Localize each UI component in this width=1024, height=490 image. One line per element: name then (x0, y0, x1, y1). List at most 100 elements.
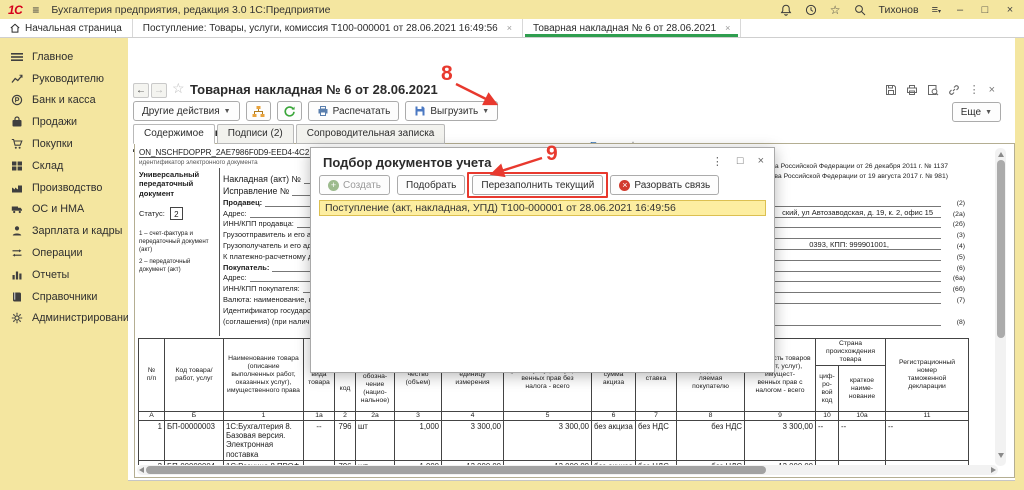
plus-icon: + (328, 179, 339, 191)
dialog-close-icon[interactable]: × (758, 155, 764, 168)
coin-icon (11, 95, 23, 106)
tab-signatures[interactable]: Подписи (2) (216, 124, 294, 144)
scroll-right-icon[interactable] (991, 467, 996, 473)
sidebar-item-directories[interactable]: Справочники (0, 286, 128, 308)
window-close-icon[interactable]: × (1004, 4, 1016, 16)
structure-button[interactable] (245, 101, 271, 121)
vertical-scroll-thumb[interactable] (996, 160, 1005, 338)
sidebar-item-warehouse[interactable]: Склад (0, 155, 128, 177)
field-num: (2а) (952, 210, 965, 218)
tab-close-icon[interactable]: × (725, 23, 730, 33)
sidebar-item-purchases[interactable]: Покупки (0, 133, 128, 155)
tab-label: Товарная накладная № 6 от 28.06.2021 (533, 22, 717, 34)
notifications-bell-icon[interactable] (780, 4, 792, 16)
sidebar-item-sales[interactable]: Продажи (0, 111, 128, 133)
field-num: (5) (956, 253, 965, 261)
content-tabs: Содержимое Подписи (2) Сопроводительная … (133, 124, 446, 144)
sidebar-item-label: Администрирование (32, 312, 135, 325)
sidebar-item-administration[interactable]: Администрирование (0, 308, 135, 330)
field-label: ИНН/КПП покупателя: (223, 284, 300, 294)
tab-cover-note[interactable]: Сопроводительная записка (295, 124, 446, 144)
sidebar-item-operations[interactable]: Операции (0, 242, 128, 264)
tab-postuplenie[interactable]: Поступление: Товары, услуги, комиссия Т1… (133, 19, 523, 37)
print-icon[interactable] (906, 84, 918, 96)
pick-button[interactable]: Подобрать (397, 175, 466, 195)
dialog-title: Подбор документов учета (323, 155, 492, 170)
scroll-left-icon[interactable] (139, 467, 144, 473)
col-num: № п/п (138, 338, 165, 413)
list-item-selected[interactable]: Поступление (акт, накладная, УПД) Т100-0… (319, 200, 766, 216)
col-item-name: Наименование товара (описание выполненны… (223, 338, 304, 413)
dialog-maximize-icon[interactable]: □ (737, 155, 744, 168)
dialog-menu-icon[interactable]: ⋮ (712, 155, 723, 168)
field-num: (6б) (952, 286, 965, 294)
refresh-icon (284, 105, 295, 117)
create-button[interactable]: + Создать (319, 175, 391, 195)
sidebar: Главное Руководителю Банк и касса Продаж… (0, 38, 135, 490)
form-header-icons: ⋮ × (885, 83, 995, 96)
sidebar-item-label: Отчеты (32, 268, 70, 281)
sidebar-item-production[interactable]: Производство (0, 177, 128, 199)
sidebar-item-payroll-hr[interactable]: Зарплата и кадры (0, 220, 128, 242)
scroll-up-icon[interactable] (997, 152, 1004, 157)
field-label: ИНН/КПП продавца: (223, 219, 294, 229)
menu-lines-icon (11, 52, 23, 61)
unlink-button[interactable]: × Разорвать связь (610, 175, 720, 195)
link-icon[interactable] (948, 84, 960, 96)
current-user[interactable]: Тихонов (879, 4, 919, 16)
tab-close-icon[interactable]: × (507, 23, 512, 33)
other-actions-button[interactable]: Другие действия ▼ (133, 101, 240, 121)
floppy-icon (415, 106, 425, 116)
sidebar-item-manager[interactable]: Руководителю (0, 68, 128, 90)
forward-button[interactable]: → (151, 83, 167, 98)
dialog-document-list: Поступление (акт, накладная, УПД) Т100-0… (319, 200, 766, 364)
vertical-scrollbar[interactable] (995, 148, 1006, 466)
tab-home[interactable]: Начальная страница (0, 19, 133, 37)
refresh-button[interactable] (276, 101, 302, 121)
sidebar-item-bank-cash[interactable]: Банк и касса (0, 90, 128, 112)
document-toolbar: Другие действия ▼ Распечатать Выгрузить ▼ (133, 101, 499, 121)
print-button[interactable]: Распечатать (307, 101, 400, 121)
more-button[interactable]: Еще ▼ (951, 102, 1001, 122)
col-item-code: Код товара/ работ, услуг (164, 338, 224, 413)
close-form-icon[interactable]: × (989, 84, 995, 96)
scroll-down-icon[interactable] (997, 453, 1004, 458)
favorites-star-icon[interactable]: ☆ (830, 3, 841, 17)
field-num: (3) (956, 232, 965, 240)
back-button[interactable]: ← (133, 83, 149, 98)
more-vert-icon[interactable]: ⋮ (969, 83, 980, 96)
history-icon[interactable] (805, 4, 817, 16)
save-icon[interactable] (885, 84, 897, 96)
sidebar-item-main[interactable]: Главное (0, 46, 128, 68)
tab-tovarnaya-nakladnaya[interactable]: Товарная накладная № 6 от 28.06.2021 × (523, 19, 742, 37)
annotation-arrow-9 (489, 156, 543, 178)
service-settings-icon[interactable]: ≡▾ (932, 4, 941, 16)
horizontal-scroll-thumb[interactable] (146, 466, 766, 474)
window-tabbar: Начальная страница Поступление: Товары, … (0, 19, 1024, 38)
horizontal-scrollbar[interactable] (137, 465, 998, 475)
titlebar: 1С ≡ Бухгалтерия предприятия, редакция 3… (0, 0, 1024, 19)
field-label: Адрес: (223, 273, 247, 283)
truck-icon (11, 206, 22, 214)
sidebar-item-label: Банк и касса (32, 94, 96, 107)
window-maximize-icon[interactable]: □ (979, 4, 991, 16)
search-icon[interactable] (854, 4, 866, 16)
forward-arrow-icon: → (154, 85, 164, 96)
gear-icon (11, 313, 23, 324)
debit-credit-icon (12, 249, 22, 257)
sidebar-item-label: Продажи (32, 116, 78, 129)
favorite-star-icon[interactable]: ☆ (172, 80, 185, 97)
table-row: 1 БП-00000003 1С:Бухгалтерия 8. Базовая ве… (138, 420, 970, 461)
field-label: Адрес: (223, 208, 247, 218)
tab-label: Начальная страница (25, 22, 122, 34)
sidebar-item-fixed-assets[interactable]: ОС и НМА (0, 199, 128, 221)
col-country-name: краткое наиме- нование (838, 365, 887, 413)
sidebar-item-label: Справочники (32, 290, 98, 303)
main-menu-icon[interactable]: ≡ (32, 3, 39, 17)
window-minimize-icon[interactable]: – (954, 4, 966, 16)
chevron-down-icon: ▼ (223, 107, 231, 115)
sidebar-item-reports[interactable]: Отчеты (0, 264, 128, 286)
1c-logo-icon: 1С (8, 2, 23, 17)
preview-icon[interactable] (927, 84, 939, 96)
tab-contents[interactable]: Содержимое (133, 124, 215, 144)
